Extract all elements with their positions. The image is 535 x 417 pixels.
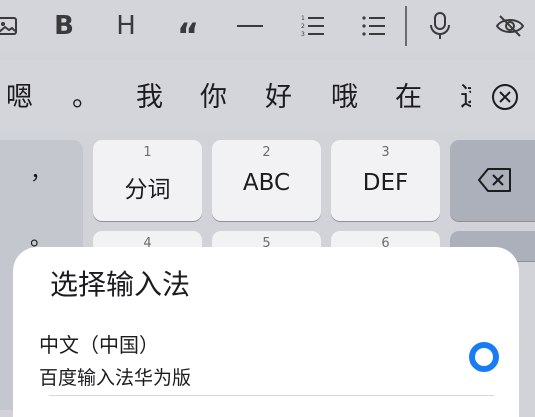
toolbar-separator (405, 6, 407, 46)
candidate-item[interactable]: 。 (72, 78, 99, 118)
numbered-list-icon[interactable]: 1 2 3 (297, 10, 329, 42)
bold-icon[interactable]: B (48, 10, 80, 42)
candidate-item[interactable]: 我 (136, 78, 163, 118)
heading-glyph: H (116, 11, 136, 41)
close-candidates-icon[interactable] (488, 80, 522, 114)
sheet-title: 选择输入法 (50, 268, 191, 301)
backspace-key[interactable] (450, 140, 535, 221)
option-title: 中文（中国） (39, 333, 159, 357)
quote-icon[interactable]: “ (172, 10, 204, 56)
input-method-option[interactable]: 中文（中国） 百度输入法华为版 (39, 323, 509, 403)
key-1[interactable]: 1 分词 (93, 140, 202, 221)
candidate-bar: 嗯 。 我 你 好 哦 在 这 (0, 60, 535, 136)
candidate-item[interactable]: 你 (200, 78, 227, 118)
key-2[interactable]: 2 ABC (212, 140, 321, 221)
bulleted-list-icon[interactable] (358, 10, 390, 42)
key-number: 3 (381, 145, 390, 160)
candidate-item[interactable]: 哦 (331, 78, 358, 118)
option-subtitle: 百度输入法华为版 (39, 367, 192, 389)
svg-text:3: 3 (301, 31, 305, 38)
selected-radio[interactable] (469, 342, 499, 372)
punctuation-comma[interactable]: ， (30, 154, 52, 186)
backspace-icon (478, 168, 511, 192)
divider-line-icon[interactable] (234, 10, 266, 42)
key-number: 1 (143, 145, 152, 160)
key-3[interactable]: 3 DEF (331, 140, 440, 221)
heading-icon[interactable]: H (110, 10, 142, 42)
option-divider (49, 395, 494, 396)
key-label: 分词 (124, 177, 171, 203)
key-label: ABC (242, 170, 291, 196)
key-label: DEF (362, 170, 409, 196)
quote-glyph: “ (176, 16, 200, 56)
svg-text:2: 2 (301, 23, 305, 30)
candidate-item[interactable]: 这 (460, 78, 471, 118)
bold-glyph: B (54, 11, 74, 41)
svg-text:1: 1 (301, 15, 305, 22)
candidate-item[interactable]: 好 (265, 78, 292, 118)
candidate-item[interactable]: 在 (395, 78, 422, 118)
candidate-item[interactable]: 嗯 (6, 78, 33, 118)
hide-eye-icon[interactable] (494, 10, 526, 42)
microphone-icon[interactable] (424, 10, 456, 42)
format-toolbar: B H “ 1 2 3 (0, 0, 535, 56)
input-method-sheet: 选择输入法 中文（中国） 百度输入法华为版 (13, 247, 519, 417)
image-icon[interactable] (0, 10, 20, 42)
key-number: 2 (262, 145, 271, 160)
